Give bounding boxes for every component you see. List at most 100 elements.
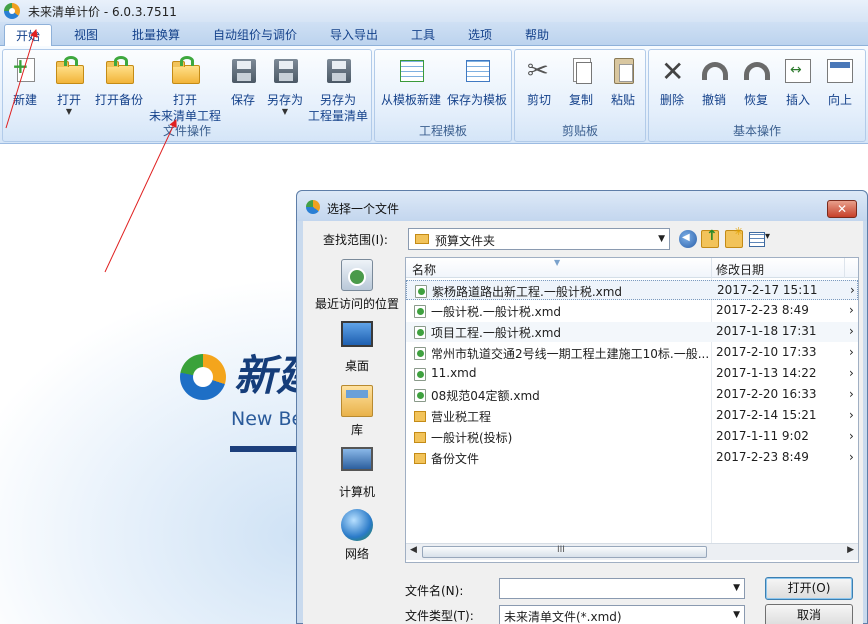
open-backup-button[interactable]: 打开备份 — [91, 56, 147, 108]
group-label-clipboard: 剪贴板 — [561, 124, 598, 138]
paste-button[interactable]: 粘贴 — [603, 56, 643, 108]
cut-button[interactable]: ✂ 剪切 — [519, 56, 559, 108]
xmd-file-icon — [414, 389, 426, 402]
folder-row[interactable]: 一般计税(投标) 2017-1-11 9:02 › — [406, 427, 858, 447]
green-arrow-icon — [64, 56, 78, 66]
group-clipboard: ✂ 剪切 复制 粘贴 剪贴板 — [514, 49, 646, 142]
move-up-button[interactable]: 向上 — [821, 56, 859, 108]
xmd-file-icon — [414, 305, 426, 318]
insert-button[interactable]: 插入 — [779, 56, 817, 108]
scroll-left-icon[interactable]: ◀ — [410, 545, 417, 555]
scroll-right-icon[interactable]: ▶ — [847, 545, 854, 555]
dialog-title: 选择一个文件 — [327, 202, 400, 216]
tab-view[interactable]: 视图 — [58, 24, 114, 46]
look-in-dropdown[interactable]: 预算文件夹 ▼ — [408, 228, 670, 250]
clipboard-icon — [614, 58, 634, 84]
column-header-modified[interactable]: 修改日期 — [716, 261, 764, 278]
filetype-label: 文件类型(T): — [405, 609, 474, 623]
place-computer[interactable]: 计算机 — [309, 447, 405, 500]
look-in-label: 查找范围(I): — [323, 233, 388, 247]
file-row[interactable]: 项目工程.一般计税.xmd 2017-1-18 17:31 › — [406, 322, 858, 342]
save-as-button[interactable]: 另存为 ▼ — [263, 56, 307, 116]
tab-start[interactable]: 开始 — [4, 24, 52, 46]
file-row[interactable]: 11.xmd 2017-1-13 14:22 › — [406, 364, 858, 384]
plus-icon: + — [12, 54, 29, 78]
xmd-file-icon — [414, 347, 426, 360]
new-from-template-button[interactable]: 从模板新建 — [379, 56, 443, 108]
scrollbar-thumb[interactable] — [422, 545, 707, 558]
xmd-file-icon — [414, 326, 426, 339]
filename-input[interactable]: ▼ — [499, 578, 745, 599]
tab-auto-pricing[interactable]: 自动组价与调价 — [198, 24, 312, 46]
copy-button[interactable]: 复制 — [561, 56, 601, 108]
filetype-dropdown[interactable]: 未来清单文件(*.xmd) ▼ — [499, 605, 745, 624]
computer-icon — [341, 447, 373, 471]
copy-icon — [576, 62, 592, 84]
redo-button[interactable]: 恢复 — [737, 56, 775, 108]
place-desktop[interactable]: 桌面 — [309, 321, 405, 374]
new-folder-icon[interactable] — [725, 225, 743, 248]
filetype-value: 未来清单文件(*.xmd) — [504, 610, 622, 624]
file-list-header: 名称 ▼ 修改日期 — [406, 258, 858, 278]
save-button[interactable]: 保存 — [225, 56, 261, 108]
tab-import-export[interactable]: 导入导出 — [318, 24, 390, 46]
open-button[interactable]: 打开 ▼ — [49, 56, 89, 116]
view-menu-icon[interactable] — [749, 230, 775, 248]
new-button[interactable]: + 新建 — [5, 56, 45, 108]
move-up-icon — [827, 59, 853, 83]
sort-indicator-icon: ▼ — [554, 258, 561, 267]
dialog-close-button[interactable]: ✕ — [827, 200, 857, 218]
filename-label: 文件名(N): — [405, 584, 464, 598]
chevron-down-icon: ▼ — [65, 107, 73, 116]
redo-icon — [744, 62, 770, 80]
tab-options[interactable]: 选项 — [456, 24, 504, 46]
file-open-dialog: 选择一个文件 ✕ 查找范围(I): 预算文件夹 ▼ 最近访问的位置 桌面 库 — [296, 190, 868, 624]
tab-tools[interactable]: 工具 — [396, 24, 450, 46]
recent-places-icon — [341, 259, 373, 291]
window-title: 未来清单计价 - 6.0.3.7511 — [28, 4, 177, 19]
delete-x-icon: ✕ — [661, 55, 685, 88]
folder-row[interactable]: 备份文件 2017-2-23 8:49 › — [406, 448, 858, 468]
undo-icon — [702, 62, 728, 80]
file-row[interactable]: 紫杨路道路出新工程.一般计税.xmd 2017-2-17 15:11 › — [406, 280, 858, 300]
backup-folder-icon — [106, 61, 134, 84]
brand-divider — [230, 446, 300, 452]
open-file-button[interactable]: 打开(O) — [765, 577, 853, 600]
back-icon[interactable] — [679, 230, 697, 248]
tab-help[interactable]: 帮助 — [510, 24, 564, 46]
place-network[interactable]: 网络 — [309, 509, 405, 562]
delete-button[interactable]: ✕ 删除 — [653, 56, 691, 108]
places-bar: 最近访问的位置 桌面 库 计算机 网络 — [309, 257, 405, 563]
green-arrow-icon — [114, 56, 128, 66]
file-row[interactable]: 常州市轨道交通2号线一期工程土建施工10标.一般... 2017-2-10 17… — [406, 343, 858, 363]
brand-logo-icon — [180, 354, 226, 400]
dialog-title-bar: 选择一个文件 ✕ — [297, 191, 867, 221]
group-label-file-ops: 文件操作 — [162, 124, 211, 138]
group-file-ops: + 新建 打开 ▼ 打开备份 打开 未来清单工程 保存 另存为 ▼ 另存为 工程量清… — [2, 49, 372, 142]
ribbon-tabs: 开始 视图 批量换算 自动组价与调价 导入导出 工具 选项 帮助 — [0, 22, 868, 46]
open-project-button[interactable]: 打开 未来清单工程 — [145, 56, 225, 124]
scissors-icon: ✂ — [527, 56, 549, 86]
group-basic-ops: ✕ 删除 撤销 恢复 插入 向上 基本操作 — [648, 49, 866, 142]
folder-row[interactable]: 营业税工程 2017-2-14 15:21 › — [406, 406, 858, 426]
place-library[interactable]: 库 — [309, 385, 405, 438]
save-as-template-button[interactable]: 保存为模板 — [445, 56, 509, 108]
save-as-quantity-list-button[interactable]: 另存为 工程量清单 — [305, 56, 371, 124]
ribbon: + 新建 打开 ▼ 打开备份 打开 未来清单工程 保存 另存为 ▼ 另存为 工程量清… — [0, 46, 868, 144]
file-row[interactable]: 08规范04定额.xmd 2017-2-20 16:33 › — [406, 385, 858, 405]
xmd-file-icon — [415, 285, 427, 298]
chevron-down-icon[interactable]: ▼ — [733, 583, 740, 593]
project-folder-icon — [172, 61, 200, 84]
group-template: 从模板新建 保存为模板 工程模板 — [374, 49, 512, 142]
column-header-name[interactable]: 名称 — [412, 261, 436, 278]
undo-button[interactable]: 撤销 — [695, 56, 733, 108]
folder-icon — [414, 432, 426, 443]
folder-icon — [414, 453, 426, 464]
up-folder-icon[interactable] — [701, 228, 719, 248]
dialog-app-icon — [306, 200, 320, 214]
file-row[interactable]: 一般计税.一般计税.xmd 2017-2-23 8:49 › — [406, 301, 858, 321]
horizontal-scrollbar[interactable]: ◀ ▶ — [406, 543, 858, 560]
tab-batch-convert[interactable]: 批量换算 — [120, 24, 192, 46]
place-recent[interactable]: 最近访问的位置 — [309, 259, 405, 312]
cancel-button[interactable]: 取消 — [765, 604, 853, 624]
